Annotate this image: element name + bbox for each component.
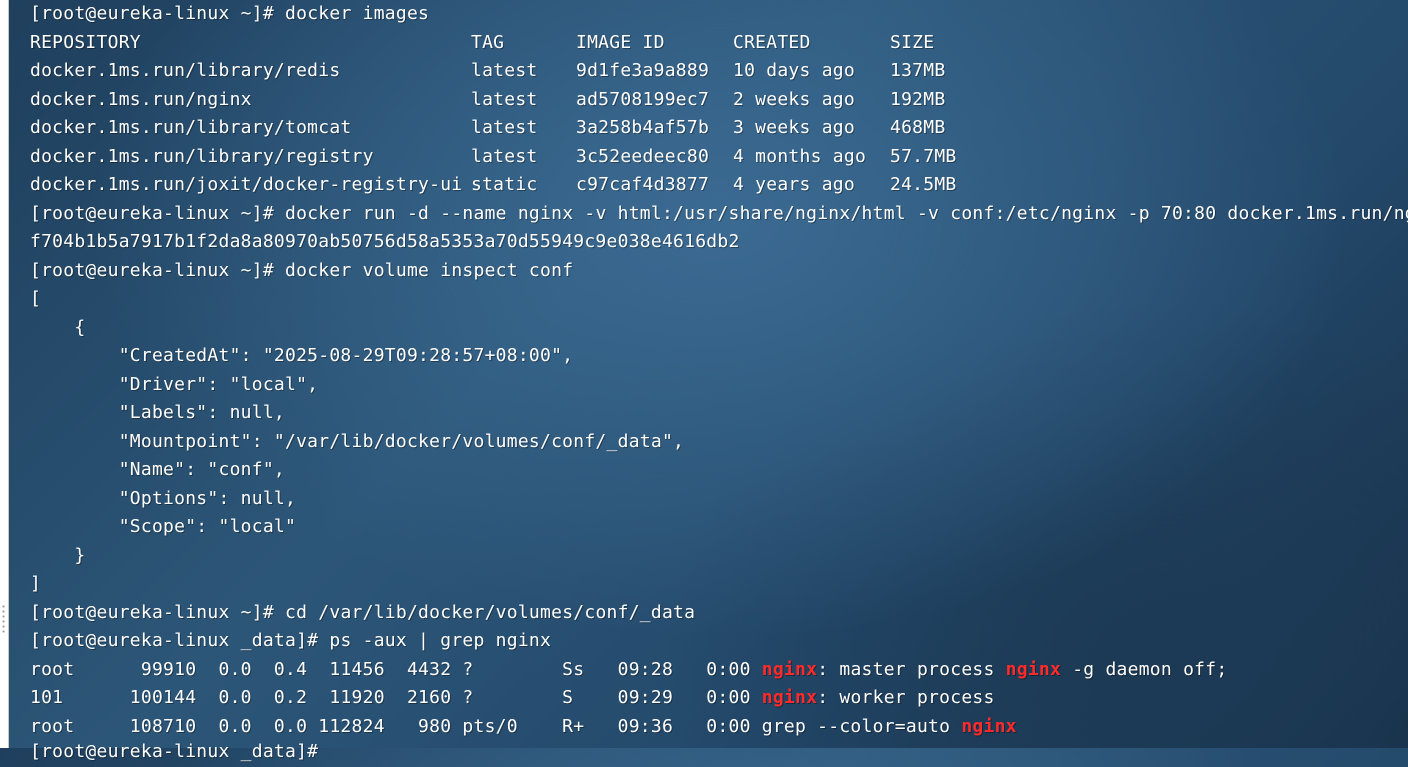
header-repository: REPOSITORY — [30, 31, 141, 53]
ps-row-prefix: root 108710 0.0 0.0 112824 980 pts/0 R+ … — [30, 715, 962, 737]
prompt: [root@eureka-linux ~]# — [30, 259, 274, 281]
command-line-run: [root@eureka-linux ~]# docker run -d --n… — [30, 200, 1408, 229]
images-table-header: REPOSITORY TAG IMAGE ID CREATED SIZE — [30, 29, 1030, 58]
image-size: 24.5MB — [890, 174, 957, 195]
terminal-output: [root@eureka-linux ~]# docker images REP… — [30, 0, 1408, 762]
image-repository: docker.1ms.run/joxit/docker-registry-ui — [30, 174, 463, 195]
image-tag: latest — [471, 60, 538, 81]
header-created: CREATED — [733, 31, 811, 53]
image-created: 4 years ago — [733, 174, 855, 195]
command-text: ps -aux | grep nginx — [329, 630, 552, 651]
header-tag: TAG — [471, 31, 505, 53]
inspect-output-line: "Name": "conf", — [30, 459, 285, 480]
inspect-output-line: "Scope": "local" — [30, 516, 297, 537]
images-table-row: docker.1ms.run/library/tomcat latest 3a2… — [30, 114, 1030, 143]
terminal-window[interactable]: [root@eureka-linux ~]# docker images REP… — [0, 0, 1408, 762]
inspect-output-line: "Labels": null, — [30, 402, 285, 423]
inspect-output-line: { — [30, 316, 86, 338]
ps-row-mid: : master process — [817, 658, 1006, 680]
image-id: 9d1fe3a9a889 — [576, 60, 710, 81]
prompt: [root@eureka-linux ~]# — [30, 202, 274, 224]
image-tag: latest — [471, 145, 538, 167]
image-repository: docker.1ms.run/nginx — [30, 88, 252, 110]
ps-output-row: 101 100144 0.0 0.2 11920 2160 ? S 09:29 … — [30, 684, 995, 713]
inspect-output-line: "Mountpoint": "/var/lib/docker/volumes/c… — [30, 430, 685, 452]
prompt: [root@eureka-linux _data]# — [30, 630, 319, 651]
grep-highlight: nginx — [761, 658, 818, 680]
ps-row-suffix: -g daemon off; — [1061, 658, 1228, 680]
ps-row-prefix: root 99910 0.0 0.4 11456 4432 ? Ss 09:28… — [30, 658, 762, 680]
command-text: docker volume inspect conf — [285, 259, 574, 281]
images-table-row: docker.1ms.run/library/registry latest 3… — [30, 143, 1030, 172]
command-text: cd /var/lib/docker/volumes/conf/_data — [285, 601, 696, 623]
prompt: [root@eureka-linux ~]# — [30, 601, 274, 623]
image-created: 2 weeks ago — [733, 88, 855, 110]
image-created: 4 months ago — [733, 145, 867, 167]
inspect-output-line: "CreatedAt": "2025-08-29T09:28:57+08:00"… — [30, 345, 574, 366]
image-id: 3c52eedeec80 — [576, 145, 710, 167]
command-text: docker images — [285, 3, 430, 24]
prompt: [root@eureka-linux ~]# — [30, 3, 274, 24]
image-id: 3a258b4af57b — [576, 117, 710, 138]
images-table-row: docker.1ms.run/library/redis latest 9d1f… — [30, 57, 1030, 86]
inspect-output-line: ] — [30, 573, 42, 594]
inspect-output-line: [ — [30, 288, 42, 309]
command-text: docker run -d --name nginx -v html:/usr/… — [285, 202, 1408, 224]
next-prompt-partial: [root@eureka-linux _data]# — [30, 741, 319, 762]
command-line-inspect: [root@eureka-linux ~]# docker volume ins… — [30, 257, 573, 286]
ps-output-row: root 108710 0.0 0.0 112824 980 pts/0 R+ … — [30, 713, 1017, 742]
grep-highlight: nginx — [961, 715, 1017, 737]
inspect-output-line: "Driver": "local", — [30, 373, 319, 395]
ps-row-mid: : worker process — [817, 687, 995, 708]
image-repository: docker.1ms.run/library/tomcat — [30, 117, 352, 138]
images-table-row: docker.1ms.run/joxit/docker-registry-ui … — [30, 171, 1030, 200]
command-line-ps: [root@eureka-linux _data]# ps -aux | gre… — [30, 627, 551, 656]
image-tag: latest — [471, 117, 538, 138]
image-id: ad5708199ec7 — [576, 88, 710, 110]
header-size: SIZE — [890, 31, 935, 53]
container-id-output: f704b1b5a7917b1f2da8a80970ab50756d58a535… — [30, 231, 740, 252]
command-line-cd: [root@eureka-linux ~]# cd /var/lib/docke… — [30, 599, 695, 628]
image-tag: static — [471, 174, 538, 195]
inspect-output-line: } — [30, 544, 86, 566]
images-table-row: docker.1ms.run/nginx latest ad5708199ec7… — [30, 86, 1030, 115]
header-image-id: IMAGE ID — [576, 31, 665, 53]
image-id: c97caf4d3877 — [576, 174, 710, 195]
grep-highlight: nginx — [1005, 658, 1062, 680]
image-repository: docker.1ms.run/library/redis — [30, 60, 341, 81]
resize-grip[interactable] — [2, 604, 5, 634]
inspect-output-line: "Options": null, — [30, 487, 297, 509]
ps-output-row: root 99910 0.0 0.4 11456 4432 ? Ss 09:28… — [30, 656, 1227, 685]
ps-row-prefix: 101 100144 0.0 0.2 11920 2160 ? S 09:29 … — [30, 687, 762, 708]
image-tag: latest — [471, 88, 538, 110]
image-created: 3 weeks ago — [733, 117, 855, 138]
image-size: 57.7MB — [890, 145, 957, 167]
image-created: 10 days ago — [733, 60, 855, 81]
command-line-images: [root@eureka-linux ~]# docker images — [30, 0, 429, 29]
image-repository: docker.1ms.run/library/registry — [30, 145, 374, 167]
window-left-border — [0, 0, 9, 748]
image-size: 468MB — [890, 117, 946, 138]
grep-highlight: nginx — [761, 687, 818, 708]
image-size: 137MB — [890, 60, 946, 81]
image-size: 192MB — [890, 88, 946, 110]
